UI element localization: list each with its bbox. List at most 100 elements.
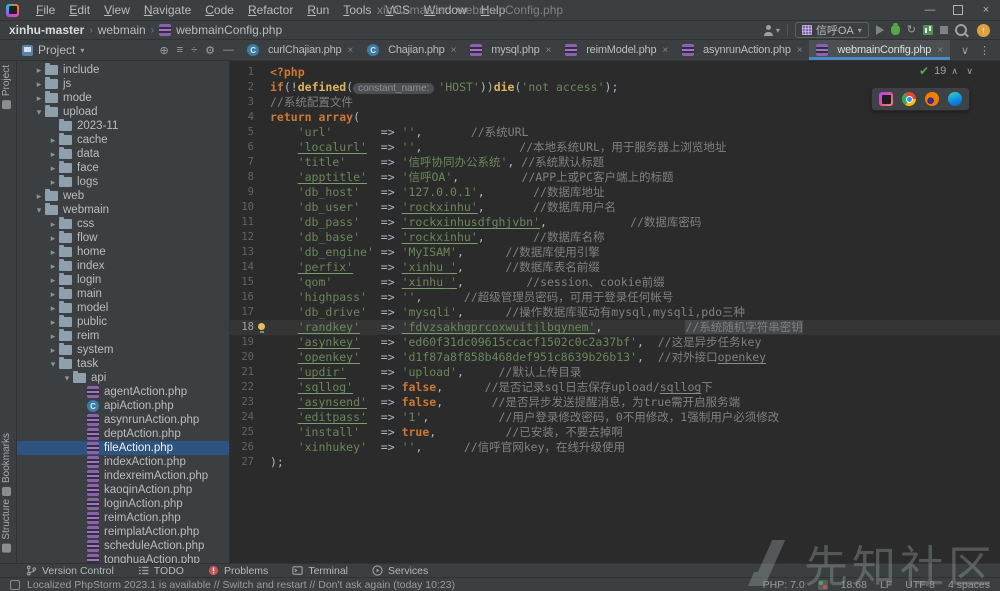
menu-edit[interactable]: Edit — [62, 1, 97, 19]
tree-item-asynrunAction.php[interactable]: asynrunAction.php — [17, 413, 229, 427]
tree-item-css[interactable]: ▸css — [17, 217, 229, 231]
status-message[interactable]: Localized PhpStorm 2023.1 is available /… — [27, 579, 455, 591]
tab-reimModel.php[interactable]: reimModel.php× — [558, 40, 675, 60]
code-editor[interactable]: ✔ 19 ∧ ∨ 1<?php2if(!defined(constant_nam… — [230, 61, 1000, 563]
hidden-tabs-chevron-icon[interactable]: ∨ — [961, 44, 969, 57]
code-line-22[interactable]: 22 'sqllog' => false, //是否记录sql日志保存uploa… — [230, 380, 1000, 395]
code-line-27[interactable]: 27); — [230, 455, 1000, 470]
tree-item-tonghuaAction.php[interactable]: tonghuaAction.php — [17, 553, 229, 563]
toolwindow-version-control[interactable]: Version Control — [26, 565, 114, 577]
tab-webmainConfig.php[interactable]: webmainConfig.php× — [809, 40, 949, 60]
run-button[interactable] — [876, 25, 884, 35]
tree-item-scheduleAction.php[interactable]: scheduleAction.php — [17, 539, 229, 553]
tree-item-task[interactable]: ▾task — [17, 357, 229, 371]
tree-item-indexreimAction.php[interactable]: indexreimAction.php — [17, 469, 229, 483]
restore-icon[interactable] — [944, 0, 972, 20]
code-line-24[interactable]: 24 'editpass' => '1', //用户登录修改密码，0不用修改，1… — [230, 410, 1000, 425]
debug-button[interactable] — [891, 25, 900, 35]
chrome-icon[interactable] — [902, 92, 916, 106]
code-line-23[interactable]: 23 'asynsend' => false, //是否异步发送提醒消息，为tr… — [230, 395, 1000, 410]
menu-run[interactable]: Run — [300, 1, 336, 19]
tree-item-2023-11[interactable]: 2023-11 — [17, 119, 229, 133]
tree-item-logs[interactable]: ▸logs — [17, 175, 229, 189]
breadcrumb-item[interactable]: webmain — [98, 23, 146, 37]
status-item[interactable]: UTF-8 — [905, 579, 935, 591]
tab-asynrunAction.php[interactable]: asynrunAction.php× — [675, 40, 809, 60]
locate-file-icon[interactable]: ⊕ — [159, 44, 168, 57]
tab-close-icon[interactable]: × — [937, 45, 943, 56]
code-line-4[interactable]: 4return array( — [230, 110, 1000, 125]
stripe-project[interactable]: Project — [1, 65, 12, 109]
tree-item-login[interactable]: ▸login — [17, 273, 229, 287]
toolwindow-problems[interactable]: Problems — [208, 565, 268, 577]
menu-file[interactable]: File — [29, 1, 62, 19]
lightbulb-icon[interactable] — [258, 323, 265, 330]
tree-item-reimplatAction.php[interactable]: reimplatAction.php — [17, 525, 229, 539]
tree-item-js[interactable]: ▸js — [17, 77, 229, 91]
status-item[interactable]: 18:68 — [841, 579, 867, 591]
tree-item-fileAction.php[interactable]: fileAction.php — [17, 441, 229, 455]
run-configuration-select[interactable]: 信呼OA ▾ — [795, 22, 869, 38]
tree-item-face[interactable]: ▸face — [17, 161, 229, 175]
close-icon[interactable]: × — [972, 0, 1000, 20]
tree-item-upload[interactable]: ▾upload — [17, 105, 229, 119]
status-item[interactable]: 4 spaces — [948, 579, 990, 591]
stripe-structure[interactable]: Structure — [1, 499, 12, 553]
tree-item-cache[interactable]: ▸cache — [17, 133, 229, 147]
code-line-12[interactable]: 12 'db_base' => 'rockxinhu', //数据库名称 — [230, 230, 1000, 245]
code-line-21[interactable]: 21 'updir' => 'upload', //默认上传目录 — [230, 365, 1000, 380]
tree-item-flow[interactable]: ▸flow — [17, 231, 229, 245]
inspections-widget[interactable]: ✔ 19 ∧ ∨ — [919, 64, 976, 78]
code-line-11[interactable]: 11 'db_pass' => 'rockxinhusdfghjvbn', //… — [230, 215, 1000, 230]
toolwindow-todo[interactable]: TODO — [138, 565, 184, 577]
tree-item-main[interactable]: ▸main — [17, 287, 229, 301]
tab-close-icon[interactable]: × — [451, 45, 457, 56]
expand-all-icon[interactable]: ≡ — [177, 44, 183, 56]
edge-icon[interactable] — [948, 92, 962, 106]
tree-item-apiAction.php[interactable]: CapiAction.php — [17, 399, 229, 413]
tree-item-data[interactable]: ▸data — [17, 147, 229, 161]
breadcrumb-item[interactable]: xinhu-master — [9, 23, 84, 37]
code-line-25[interactable]: 25 'install' => true, //已安装，不要去掉啊 — [230, 425, 1000, 440]
minimize-icon[interactable]: — — [916, 0, 944, 20]
tab-close-icon[interactable]: × — [662, 45, 668, 56]
tree-item-indexAction.php[interactable]: indexAction.php — [17, 455, 229, 469]
tree-item-api[interactable]: ▾api — [17, 371, 229, 385]
project-panel-header[interactable]: Project ▾ ⊕ ≡ ÷ ⚙ — — [0, 40, 240, 60]
menu-refactor[interactable]: Refactor — [241, 1, 300, 19]
tree-item-system[interactable]: ▸system — [17, 343, 229, 357]
code-line-19[interactable]: 19 'asynkey' => 'ed60f31dc09615ccacf1502… — [230, 335, 1000, 350]
menu-navigate[interactable]: Navigate — [137, 1, 198, 19]
breadcrumb-item[interactable]: webmainConfig.php — [176, 23, 282, 37]
tree-item-mode[interactable]: ▸mode — [17, 91, 229, 105]
tree-item-webmain[interactable]: ▾webmain — [17, 203, 229, 217]
code-line-20[interactable]: 20 'openkey' => 'd1f87a8f858b468def951c8… — [230, 350, 1000, 365]
builtin-preview-icon[interactable] — [879, 92, 893, 106]
coverage-button[interactable]: ↻ — [907, 25, 916, 36]
code-line-17[interactable]: 17 'db_drive' => 'mysqli', //操作数据库驱动有mys… — [230, 305, 1000, 320]
tree-item-deptAction.php[interactable]: deptAction.php — [17, 427, 229, 441]
code-line-18[interactable]: 18 'randkey' => 'fdvzsakhgprcoxwuitjlbqy… — [230, 320, 1000, 335]
code-line-26[interactable]: 26 'xinhukey' => '', //信呼官网key，在线升级使用 — [230, 440, 1000, 455]
user-menu-button[interactable]: ▾ — [763, 25, 780, 36]
code-line-16[interactable]: 16 'highpass' => '', //超级管理员密码，可用于登录任何帐号 — [230, 290, 1000, 305]
code-line-14[interactable]: 14 'perfix' => 'xinhu_', //数据库表名前缀 — [230, 260, 1000, 275]
code-line-10[interactable]: 10 'db_user' => 'rockxinhu', //数据库用户名 — [230, 200, 1000, 215]
tree-item-home[interactable]: ▸home — [17, 245, 229, 259]
update-available-icon[interactable]: ↑ — [977, 24, 990, 37]
tab-options-icon[interactable]: ⋮ — [979, 44, 990, 57]
stop-button[interactable] — [940, 26, 948, 34]
tree-item-web[interactable]: ▸web — [17, 189, 229, 203]
tree-item-reim[interactable]: ▸reim — [17, 329, 229, 343]
notification-icon[interactable] — [10, 580, 20, 590]
tree-item-kaoqinAction.php[interactable]: kaoqinAction.php — [17, 483, 229, 497]
code-line-7[interactable]: 7 'title' => '信呼协同办公系统', //系统默认标题 — [230, 155, 1000, 170]
hide-panel-icon[interactable]: — — [223, 44, 234, 56]
tab-Chajian.php[interactable]: CChajian.php× — [360, 40, 463, 60]
status-item[interactable]: PHP: 7.0 — [763, 579, 805, 591]
code-line-13[interactable]: 13 'db_engine' => 'MyISAM', //数据库使用引擎 — [230, 245, 1000, 260]
code-line-1[interactable]: 1<?php — [230, 65, 1000, 80]
code-line-5[interactable]: 5 'url' => '', //系统URL — [230, 125, 1000, 140]
code-line-6[interactable]: 6 'localurl' => '', //本地系统URL，用于服务器上浏览地址 — [230, 140, 1000, 155]
tree-item-reimAction.php[interactable]: reimAction.php — [17, 511, 229, 525]
